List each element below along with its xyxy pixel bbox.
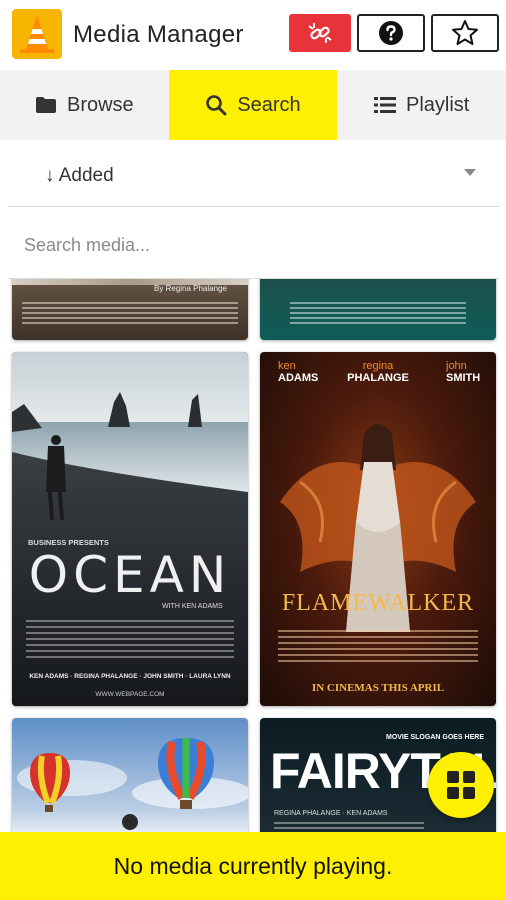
tab-playlist-label: Playlist	[406, 93, 470, 116]
poster-slogan: MOVIE SLOGAN GOES HERE	[385, 734, 484, 741]
app-header: Media Manager	[0, 0, 506, 71]
poster-costar: WITH KEN ADAMS	[162, 603, 223, 610]
now-playing-bar[interactable]: No media currently playing.	[0, 832, 506, 900]
poster-title: FLAMEWALKER	[281, 590, 475, 616]
actor-last: ADAMS	[278, 372, 319, 384]
poster-fine-print	[274, 822, 424, 832]
poster-title: OCEAN	[28, 546, 232, 604]
poster-tagline: IN CINEMAS THIS APRIL	[311, 682, 445, 694]
poster-fine-print	[26, 620, 234, 660]
poster-art	[17, 738, 248, 830]
media-card[interactable]: ken ADAMS regina PHALANGE john SMITH FLA…	[260, 352, 496, 706]
list-icon	[374, 97, 396, 113]
tab-browse-label: Browse	[66, 93, 134, 116]
tab-search[interactable]: Search	[168, 70, 338, 140]
app-logo	[12, 9, 62, 59]
divider	[8, 206, 500, 207]
media-card[interactable]	[260, 279, 496, 340]
tab-bar: Browse Search Playlist	[0, 70, 506, 140]
search-icon	[206, 95, 227, 116]
search-input[interactable]	[24, 230, 474, 260]
media-card[interactable]: BUSINESS PRESENTS OCEAN WITH KEN ADAMS K…	[12, 352, 248, 706]
now-playing-status: No media currently playing.	[113, 852, 393, 879]
chevron-down-icon	[464, 169, 476, 176]
actor-first: ken	[278, 360, 296, 372]
favorite-button[interactable]	[431, 14, 499, 52]
actor-first: john	[446, 360, 467, 372]
tab-search-label: Search	[237, 93, 301, 116]
help-button[interactable]	[357, 14, 425, 52]
poster-url: WWW.WEBPAGE.COM	[95, 691, 165, 698]
poster-fine-print	[290, 302, 466, 324]
unlink-button[interactable]	[289, 14, 351, 52]
poster-byline: By Regina Phalange	[154, 284, 227, 293]
poster-credits: REGINA PHALANGE · KEN ADAMS	[274, 810, 388, 817]
poster-actor-1: ken ADAMS	[278, 360, 318, 384]
grid-icon	[447, 771, 475, 799]
unlink-icon	[308, 23, 332, 43]
sort-label: ↓ Added	[45, 165, 114, 186]
media-grid: By Regina Phalange BUSINESS PRESENTS OCE…	[0, 279, 506, 832]
tab-browse[interactable]: Browse	[0, 70, 169, 140]
app-title: Media Manager	[73, 21, 244, 48]
poster-credits: KEN ADAMS · REGINA PHALANGE · JOHN SMITH…	[29, 673, 231, 680]
grid-view-button[interactable]	[428, 752, 494, 818]
poster-actor-3: john SMITH	[446, 360, 480, 384]
star-icon	[452, 20, 478, 45]
media-card[interactable]	[12, 718, 248, 832]
tab-playlist[interactable]: Playlist	[337, 70, 506, 140]
actor-last: SMITH	[446, 372, 481, 384]
media-card[interactable]: By Regina Phalange	[12, 279, 248, 340]
search-box	[8, 212, 500, 278]
actor-first: regina	[362, 360, 394, 372]
folder-icon	[35, 97, 56, 113]
poster-fine-print	[22, 302, 238, 324]
help-icon	[379, 21, 403, 45]
poster-fine-print	[278, 630, 478, 666]
sort-dropdown[interactable]: ↓ Added	[0, 140, 506, 206]
actor-last: PHALANGE	[347, 372, 409, 384]
poster-actor-2: regina PHALANGE	[340, 360, 416, 384]
